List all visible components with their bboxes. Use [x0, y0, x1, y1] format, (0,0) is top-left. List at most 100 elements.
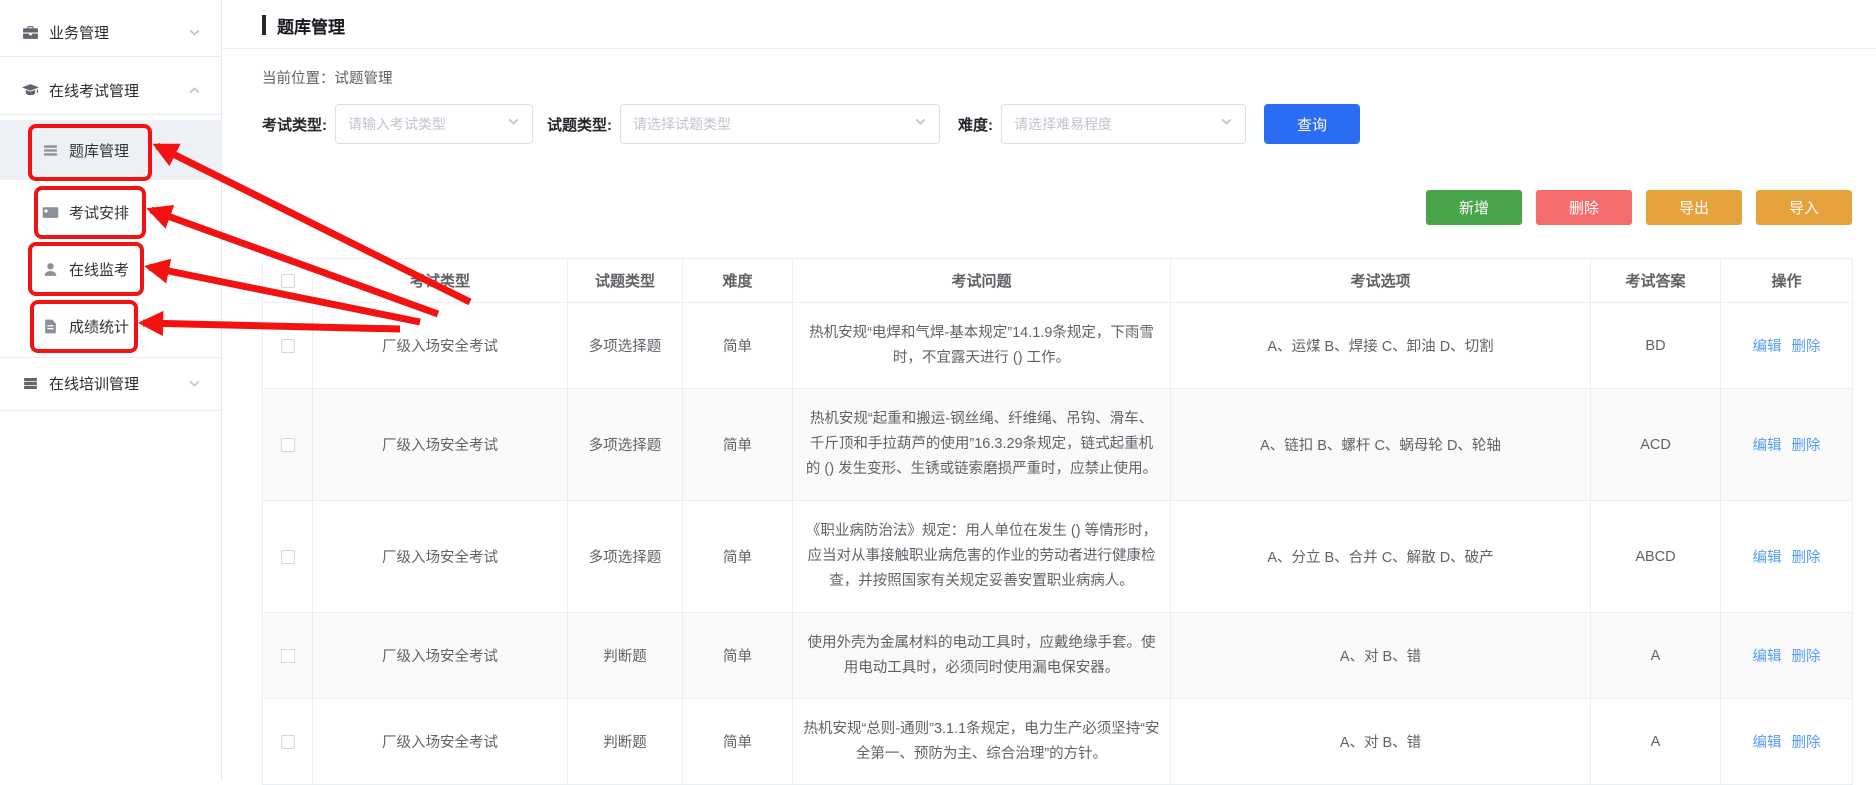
- difficulty-select[interactable]: 请选择难易程度: [1001, 104, 1246, 144]
- server-icon: [22, 375, 39, 392]
- sidebar-item-label: 在线考试管理: [49, 80, 139, 101]
- delete-link[interactable]: 删除: [1792, 735, 1821, 751]
- chevron-up-icon: [188, 84, 201, 97]
- sidebar-item-question-bank[interactable]: 题库管理: [0, 120, 221, 180]
- cell-question-type: 判断题: [568, 699, 683, 785]
- chevron-down-icon: [507, 115, 520, 133]
- cell-exam-type: 厂级入场安全考试: [313, 613, 568, 699]
- user-icon: [42, 261, 59, 278]
- row-checkbox[interactable]: [281, 649, 295, 663]
- page-header: 题库管理: [262, 12, 1852, 38]
- add-button[interactable]: 新增: [1426, 190, 1522, 225]
- cell-select: [263, 501, 313, 613]
- sidebar-divider: [0, 410, 221, 411]
- row-checkbox[interactable]: [281, 550, 295, 564]
- cell-select: [263, 303, 313, 389]
- header-options: 考试选项: [1171, 259, 1591, 303]
- row-checkbox[interactable]: [281, 339, 295, 353]
- sidebar-item-online-proctoring[interactable]: 在线监考: [0, 242, 221, 296]
- sidebar-item-label: 题库管理: [69, 140, 129, 161]
- cell-options: A、运煤 B、焊接 C、卸油 D、切割: [1171, 303, 1591, 389]
- sidebar-item-label: 考试安排: [69, 202, 129, 223]
- row-checkbox[interactable]: [281, 735, 295, 749]
- cell-select: [263, 389, 313, 501]
- cell-question: 热机安规“电焊和气焊-基本规定”14.1.9条规定，下雨雪时，不宜露天进行 ()…: [793, 303, 1171, 389]
- delete-link[interactable]: 删除: [1792, 550, 1821, 566]
- delete-button[interactable]: 删除: [1536, 190, 1632, 225]
- chevron-down-icon: [188, 26, 201, 39]
- table-row: 厂级入场安全考试 判断题 简单 使用外壳为金属材料的电动工具时，应戴绝缘手套。使…: [263, 613, 1853, 699]
- briefcase-icon: [22, 24, 39, 41]
- chevron-down-icon: [914, 115, 927, 133]
- cell-answer: A: [1591, 699, 1721, 785]
- cell-difficulty: 简单: [683, 303, 793, 389]
- cell-difficulty: 简单: [683, 389, 793, 501]
- exam-type-select[interactable]: 请输入考试类型: [335, 104, 533, 144]
- header-question: 考试问题: [793, 259, 1171, 303]
- table-row: 厂级入场安全考试 判断题 简单 热机安规“总则-通则”3.1.1条规定，电力生产…: [263, 699, 1853, 785]
- cell-actions: 编辑删除: [1721, 613, 1853, 699]
- sidebar-divider: [0, 56, 221, 57]
- cell-question: 《职业病防治法》规定：用人单位在发生 () 等情形时，应当对从事接触职业病危害的…: [793, 501, 1171, 613]
- chevron-down-icon: [188, 377, 201, 390]
- sidebar-item-business-management[interactable]: 业务管理: [0, 8, 221, 56]
- delete-link[interactable]: 删除: [1792, 649, 1821, 665]
- table-header-row: 考试类型 试题类型 难度 考试问题 考试选项 考试答案 操作: [263, 259, 1853, 303]
- sidebar-item-exam-schedule[interactable]: 考试安排: [0, 186, 221, 239]
- cell-options: A、对 B、错: [1171, 699, 1591, 785]
- table-row: 厂级入场安全考试 多项选择题 简单 热机安规“起重和搬运-钢丝绳、纤维绳、吊钩、…: [263, 389, 1853, 501]
- cell-answer: ACD: [1591, 389, 1721, 501]
- edit-link[interactable]: 编辑: [1753, 649, 1782, 665]
- cell-actions: 编辑删除: [1721, 389, 1853, 501]
- cell-difficulty: 简单: [683, 613, 793, 699]
- cell-options: A、链扣 B、螺杆 C、蜗母轮 D、轮轴: [1171, 389, 1591, 501]
- table-row: 厂级入场安全考试 多项选择题 简单 《职业病防治法》规定：用人单位在发生 () …: [263, 501, 1853, 613]
- chevron-down-icon: [1220, 115, 1233, 133]
- sidebar-divider: [0, 114, 221, 115]
- cell-answer: BD: [1591, 303, 1721, 389]
- cell-difficulty: 简单: [683, 501, 793, 613]
- import-button[interactable]: 导入: [1756, 190, 1852, 225]
- delete-link[interactable]: 删除: [1792, 339, 1821, 355]
- export-button[interactable]: 导出: [1646, 190, 1742, 225]
- question-type-select[interactable]: 请选择试题类型: [620, 104, 940, 144]
- cell-question-type: 多项选择题: [568, 303, 683, 389]
- sidebar-item-online-exam-management[interactable]: 在线考试管理: [0, 66, 221, 114]
- row-checkbox[interactable]: [281, 438, 295, 452]
- edit-link[interactable]: 编辑: [1753, 550, 1782, 566]
- question-type-placeholder: 请选择试题类型: [633, 114, 731, 134]
- table-row: 厂级入场安全考试 多项选择题 简单 热机安规“电焊和气焊-基本规定”14.1.9…: [263, 303, 1853, 389]
- header-question-type: 试题类型: [568, 259, 683, 303]
- cell-actions: 编辑删除: [1721, 699, 1853, 785]
- difficulty-filter-label: 难度:: [958, 114, 993, 135]
- delete-link[interactable]: 删除: [1792, 438, 1821, 454]
- filter-bar: 考试类型: 请输入考试类型 试题类型: 请选择试题类型 难度: 请选择难易程度 …: [262, 104, 1852, 144]
- select-all-checkbox[interactable]: [281, 274, 295, 288]
- header-exam-type: 考试类型: [313, 259, 568, 303]
- main-content: 题库管理 当前位置：试题管理 考试类型: 请输入考试类型 试题类型: 请选择试题…: [222, 0, 1876, 781]
- question-type-filter-label: 试题类型:: [547, 114, 612, 135]
- cell-answer: A: [1591, 613, 1721, 699]
- cell-exam-type: 厂级入场安全考试: [313, 699, 568, 785]
- breadcrumb: 当前位置：试题管理: [262, 67, 1852, 88]
- cell-actions: 编辑删除: [1721, 303, 1853, 389]
- cell-question: 热机安规“总则-通则”3.1.1条规定，电力生产必须坚持“安全第一、预防为主、综…: [793, 699, 1171, 785]
- sidebar-item-label: 在线培训管理: [49, 373, 139, 394]
- sidebar-item-label: 成绩统计: [69, 316, 129, 337]
- id-card-icon: [42, 204, 59, 221]
- search-button[interactable]: 查询: [1264, 104, 1360, 144]
- edit-link[interactable]: 编辑: [1753, 438, 1782, 454]
- sidebar-item-online-training-management[interactable]: 在线培训管理: [0, 358, 221, 408]
- page-title: 题库管理: [277, 13, 345, 38]
- title-accent-bar: [262, 15, 266, 35]
- header-actions: 操作: [1721, 259, 1853, 303]
- header-difficulty: 难度: [683, 259, 793, 303]
- toolbar: 新增 删除 导出 导入: [262, 190, 1852, 225]
- cell-question: 热机安规“起重和搬运-钢丝绳、纤维绳、吊钩、滑车、千斤顶和手拉葫芦的使用”16.…: [793, 389, 1171, 501]
- sidebar-item-score-statistics[interactable]: 成绩统计: [0, 300, 221, 353]
- cell-difficulty: 简单: [683, 699, 793, 785]
- header-divider: [222, 48, 1876, 49]
- edit-link[interactable]: 编辑: [1753, 735, 1782, 751]
- edit-link[interactable]: 编辑: [1753, 339, 1782, 355]
- cell-exam-type: 厂级入场安全考试: [313, 389, 568, 501]
